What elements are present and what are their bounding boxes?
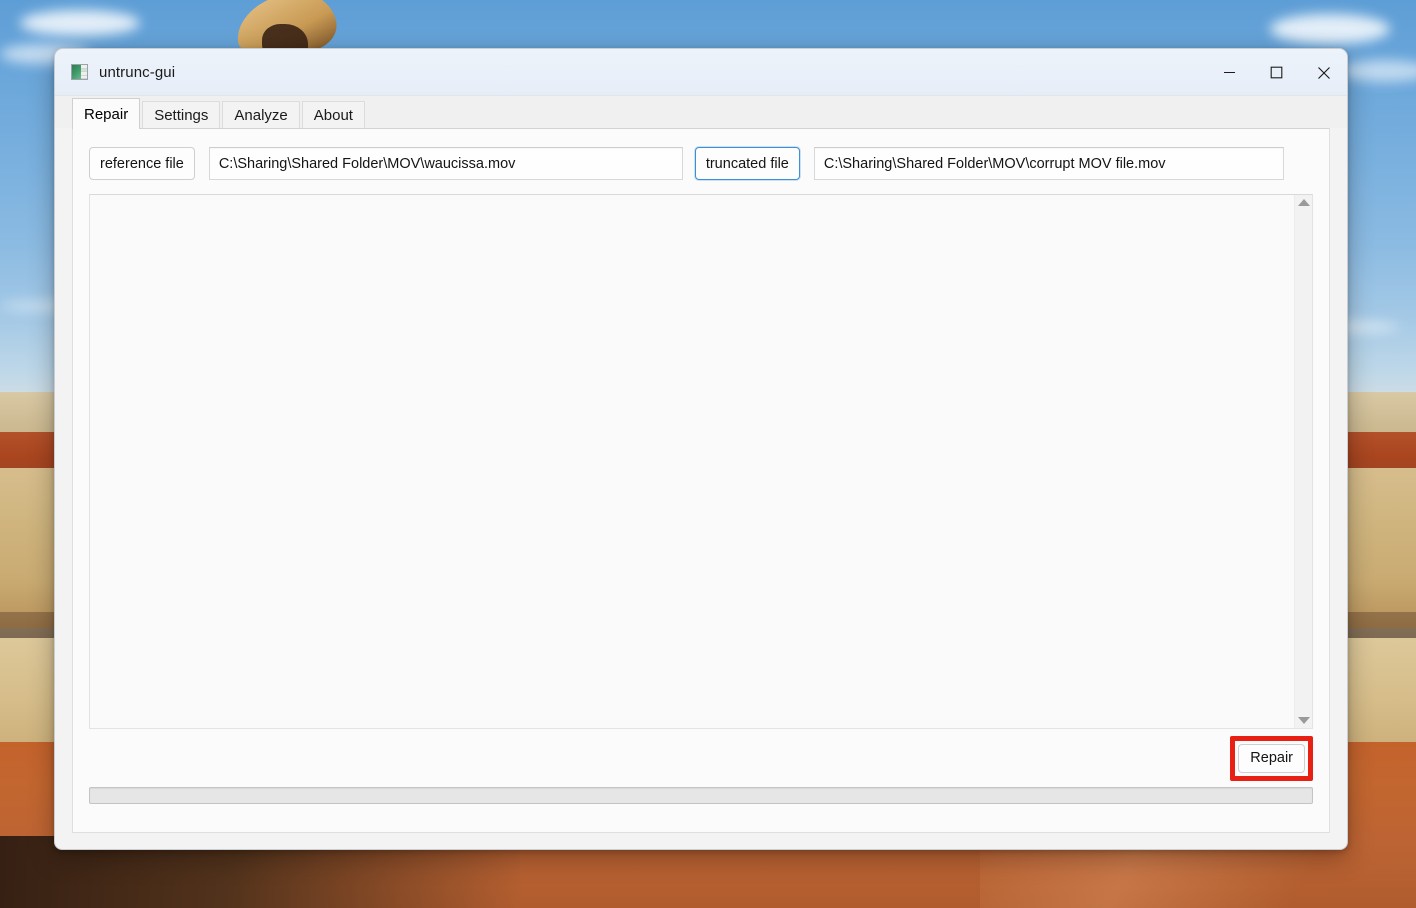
- scroll-down-arrow-icon[interactable]: [1297, 717, 1310, 724]
- scrollbar-track[interactable]: [1296, 206, 1311, 717]
- close-icon: [1317, 66, 1330, 79]
- truncated-file-path-text: C:\Sharing\Shared Folder\MOV\corrupt MOV…: [823, 155, 1166, 172]
- file-selection-row: reference file C:\Sharing\Shared Folder\…: [89, 147, 1313, 180]
- close-button[interactable]: [1300, 49, 1347, 96]
- minimize-icon: [1224, 71, 1235, 74]
- truncated-file-button-label: truncated file: [705, 155, 789, 172]
- repair-button-highlight-annotation: Repair: [1230, 735, 1313, 781]
- tab-settings[interactable]: Settings: [142, 101, 221, 129]
- tab-settings-label: Settings: [154, 107, 209, 124]
- repair-button-label: Repair: [1250, 750, 1293, 766]
- log-vertical-scrollbar[interactable]: [1294, 195, 1312, 728]
- repair-tab-panel: reference file C:\Sharing\Shared Folder\…: [72, 128, 1330, 833]
- progress-bar: [89, 787, 1313, 804]
- panel-bottom-padding: [89, 804, 1313, 818]
- maximize-button[interactable]: [1253, 49, 1300, 96]
- maximize-icon: [1270, 66, 1283, 79]
- truncated-file-input[interactable]: C:\Sharing\Shared Folder\MOV\corrupt MOV…: [813, 147, 1284, 180]
- log-output-container: [89, 194, 1313, 729]
- minimize-button[interactable]: [1206, 49, 1253, 96]
- scroll-up-arrow-icon[interactable]: [1297, 199, 1310, 206]
- window-controls: [1206, 49, 1347, 96]
- reference-file-button[interactable]: reference file: [89, 147, 195, 180]
- action-row: Repair: [89, 729, 1313, 787]
- tab-repair-label: Repair: [84, 105, 129, 123]
- app-window-icon: [71, 64, 88, 80]
- tab-about-label: About: [313, 107, 353, 124]
- truncated-file-button[interactable]: truncated file: [694, 147, 800, 180]
- tab-analyze[interactable]: Analyze: [222, 101, 300, 129]
- window-title: untrunc-gui: [99, 63, 176, 81]
- tab-repair[interactable]: Repair: [72, 98, 141, 129]
- tab-bar: Repair Settings Analyze About: [55, 96, 1347, 129]
- cloud-shape: [1340, 60, 1416, 82]
- log-output-text[interactable]: [90, 195, 1294, 728]
- reference-file-button-label: reference file: [100, 155, 184, 172]
- reference-file-path-text: C:\Sharing\Shared Folder\MOV\waucissa.mo…: [218, 155, 516, 172]
- tab-analyze-label: Analyze: [234, 107, 288, 124]
- cloud-shape: [1270, 14, 1390, 44]
- reference-file-input[interactable]: C:\Sharing\Shared Folder\MOV\waucissa.mo…: [208, 147, 683, 180]
- repair-button[interactable]: Repair: [1238, 743, 1305, 773]
- application-window: untrunc-gui Repair Settings Analyze Abou…: [54, 48, 1348, 850]
- cloud-shape: [20, 10, 140, 36]
- title-bar: untrunc-gui: [55, 49, 1347, 96]
- tab-about[interactable]: About: [301, 101, 365, 129]
